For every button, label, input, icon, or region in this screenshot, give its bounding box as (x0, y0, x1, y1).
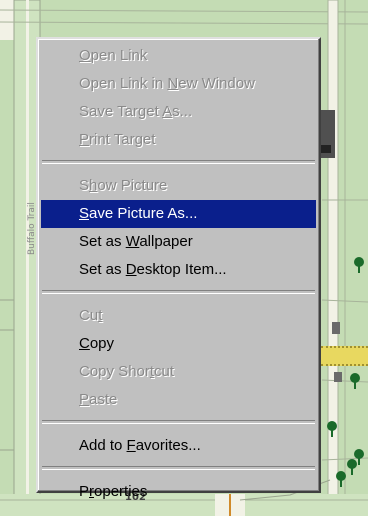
context-menu: Open Link Open Link in New Window Save Tar… (36, 37, 321, 500)
menu-item-open-link[interactable]: Open Link (41, 42, 316, 70)
menu-separator (42, 160, 315, 164)
tree-icon (327, 421, 337, 437)
menu-item-copy[interactable]: Copy (41, 330, 316, 358)
menu-item-copy-shortcut[interactable]: Copy Shortcut (41, 358, 316, 386)
menu-separator (42, 290, 315, 294)
menu-item-open-link-in-new-window[interactable]: Open Link in New Window (41, 70, 316, 98)
menu-item-cut[interactable]: Cut (41, 302, 316, 330)
menu-item-save-picture-as[interactable]: Save Picture As... (41, 200, 316, 228)
tree-icon (336, 471, 346, 487)
menu-item-show-picture[interactable]: Show Picture (41, 172, 316, 200)
map-building (332, 322, 340, 334)
menu-separator (42, 466, 315, 470)
tree-icon (350, 373, 360, 389)
menu-separator (42, 420, 315, 424)
menu-item-set-as-wallpaper[interactable]: Set as Wallpaper (41, 228, 316, 256)
map-building (334, 372, 342, 382)
map-building (321, 145, 331, 153)
menu-item-properties[interactable]: Properties (41, 478, 316, 506)
menu-item-add-to-favorites[interactable]: Add to Favorites... (41, 432, 316, 460)
menu-item-print-target[interactable]: Print Target (41, 126, 316, 154)
menu-item-paste[interactable]: Paste (41, 386, 316, 414)
tree-icon (354, 257, 364, 273)
menu-item-set-as-desktop-item[interactable]: Set as Desktop Item... (41, 256, 316, 284)
tree-icon (354, 449, 364, 465)
menu-item-save-target-as[interactable]: Save Target As... (41, 98, 316, 126)
map-highlight-building (321, 346, 368, 366)
